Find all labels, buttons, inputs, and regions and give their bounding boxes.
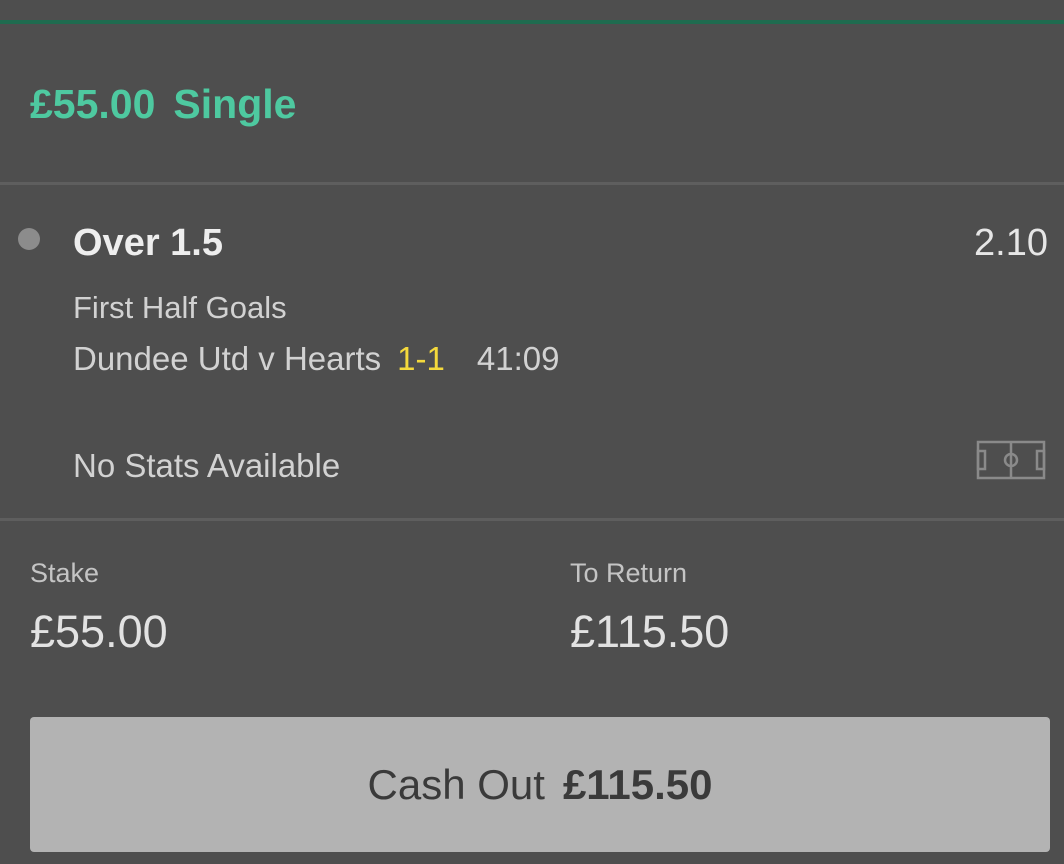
stake-label: Stake	[30, 558, 100, 588]
top-accent-bar	[0, 20, 1064, 24]
selection-name: Over 1.5	[73, 222, 223, 264]
cash-out-button[interactable]: Cash Out £115.50	[30, 717, 1050, 852]
match-clock: 41:09	[476, 340, 560, 377]
status-dot-icon	[18, 228, 40, 250]
football-pitch-icon[interactable]	[976, 440, 1046, 480]
live-score: 1-1	[397, 340, 445, 377]
event-name: Dundee Utd v Hearts	[73, 340, 382, 377]
selection-odds: 2.10	[974, 222, 1048, 264]
event-line: Dundee Utd v Hearts 1-1 41:09	[73, 340, 559, 378]
divider	[0, 518, 1064, 521]
divider	[0, 182, 1064, 185]
cash-out-label: Cash Out	[367, 760, 545, 808]
return-label: To Return	[570, 558, 688, 588]
market-name: First Half Goals	[73, 290, 287, 325]
bet-amount: £55.00	[30, 80, 156, 127]
stake-value: £55.00	[30, 606, 168, 657]
stats-message: No Stats Available	[73, 447, 341, 484]
bet-header: £55.00 Single	[30, 78, 296, 130]
return-value: £115.50	[570, 606, 730, 657]
bet-type: Single	[173, 80, 297, 127]
bet-card: £55.00 Single Over 1.5 2.10 First Half G…	[0, 0, 1064, 864]
cash-out-amount: £115.50	[562, 760, 713, 808]
